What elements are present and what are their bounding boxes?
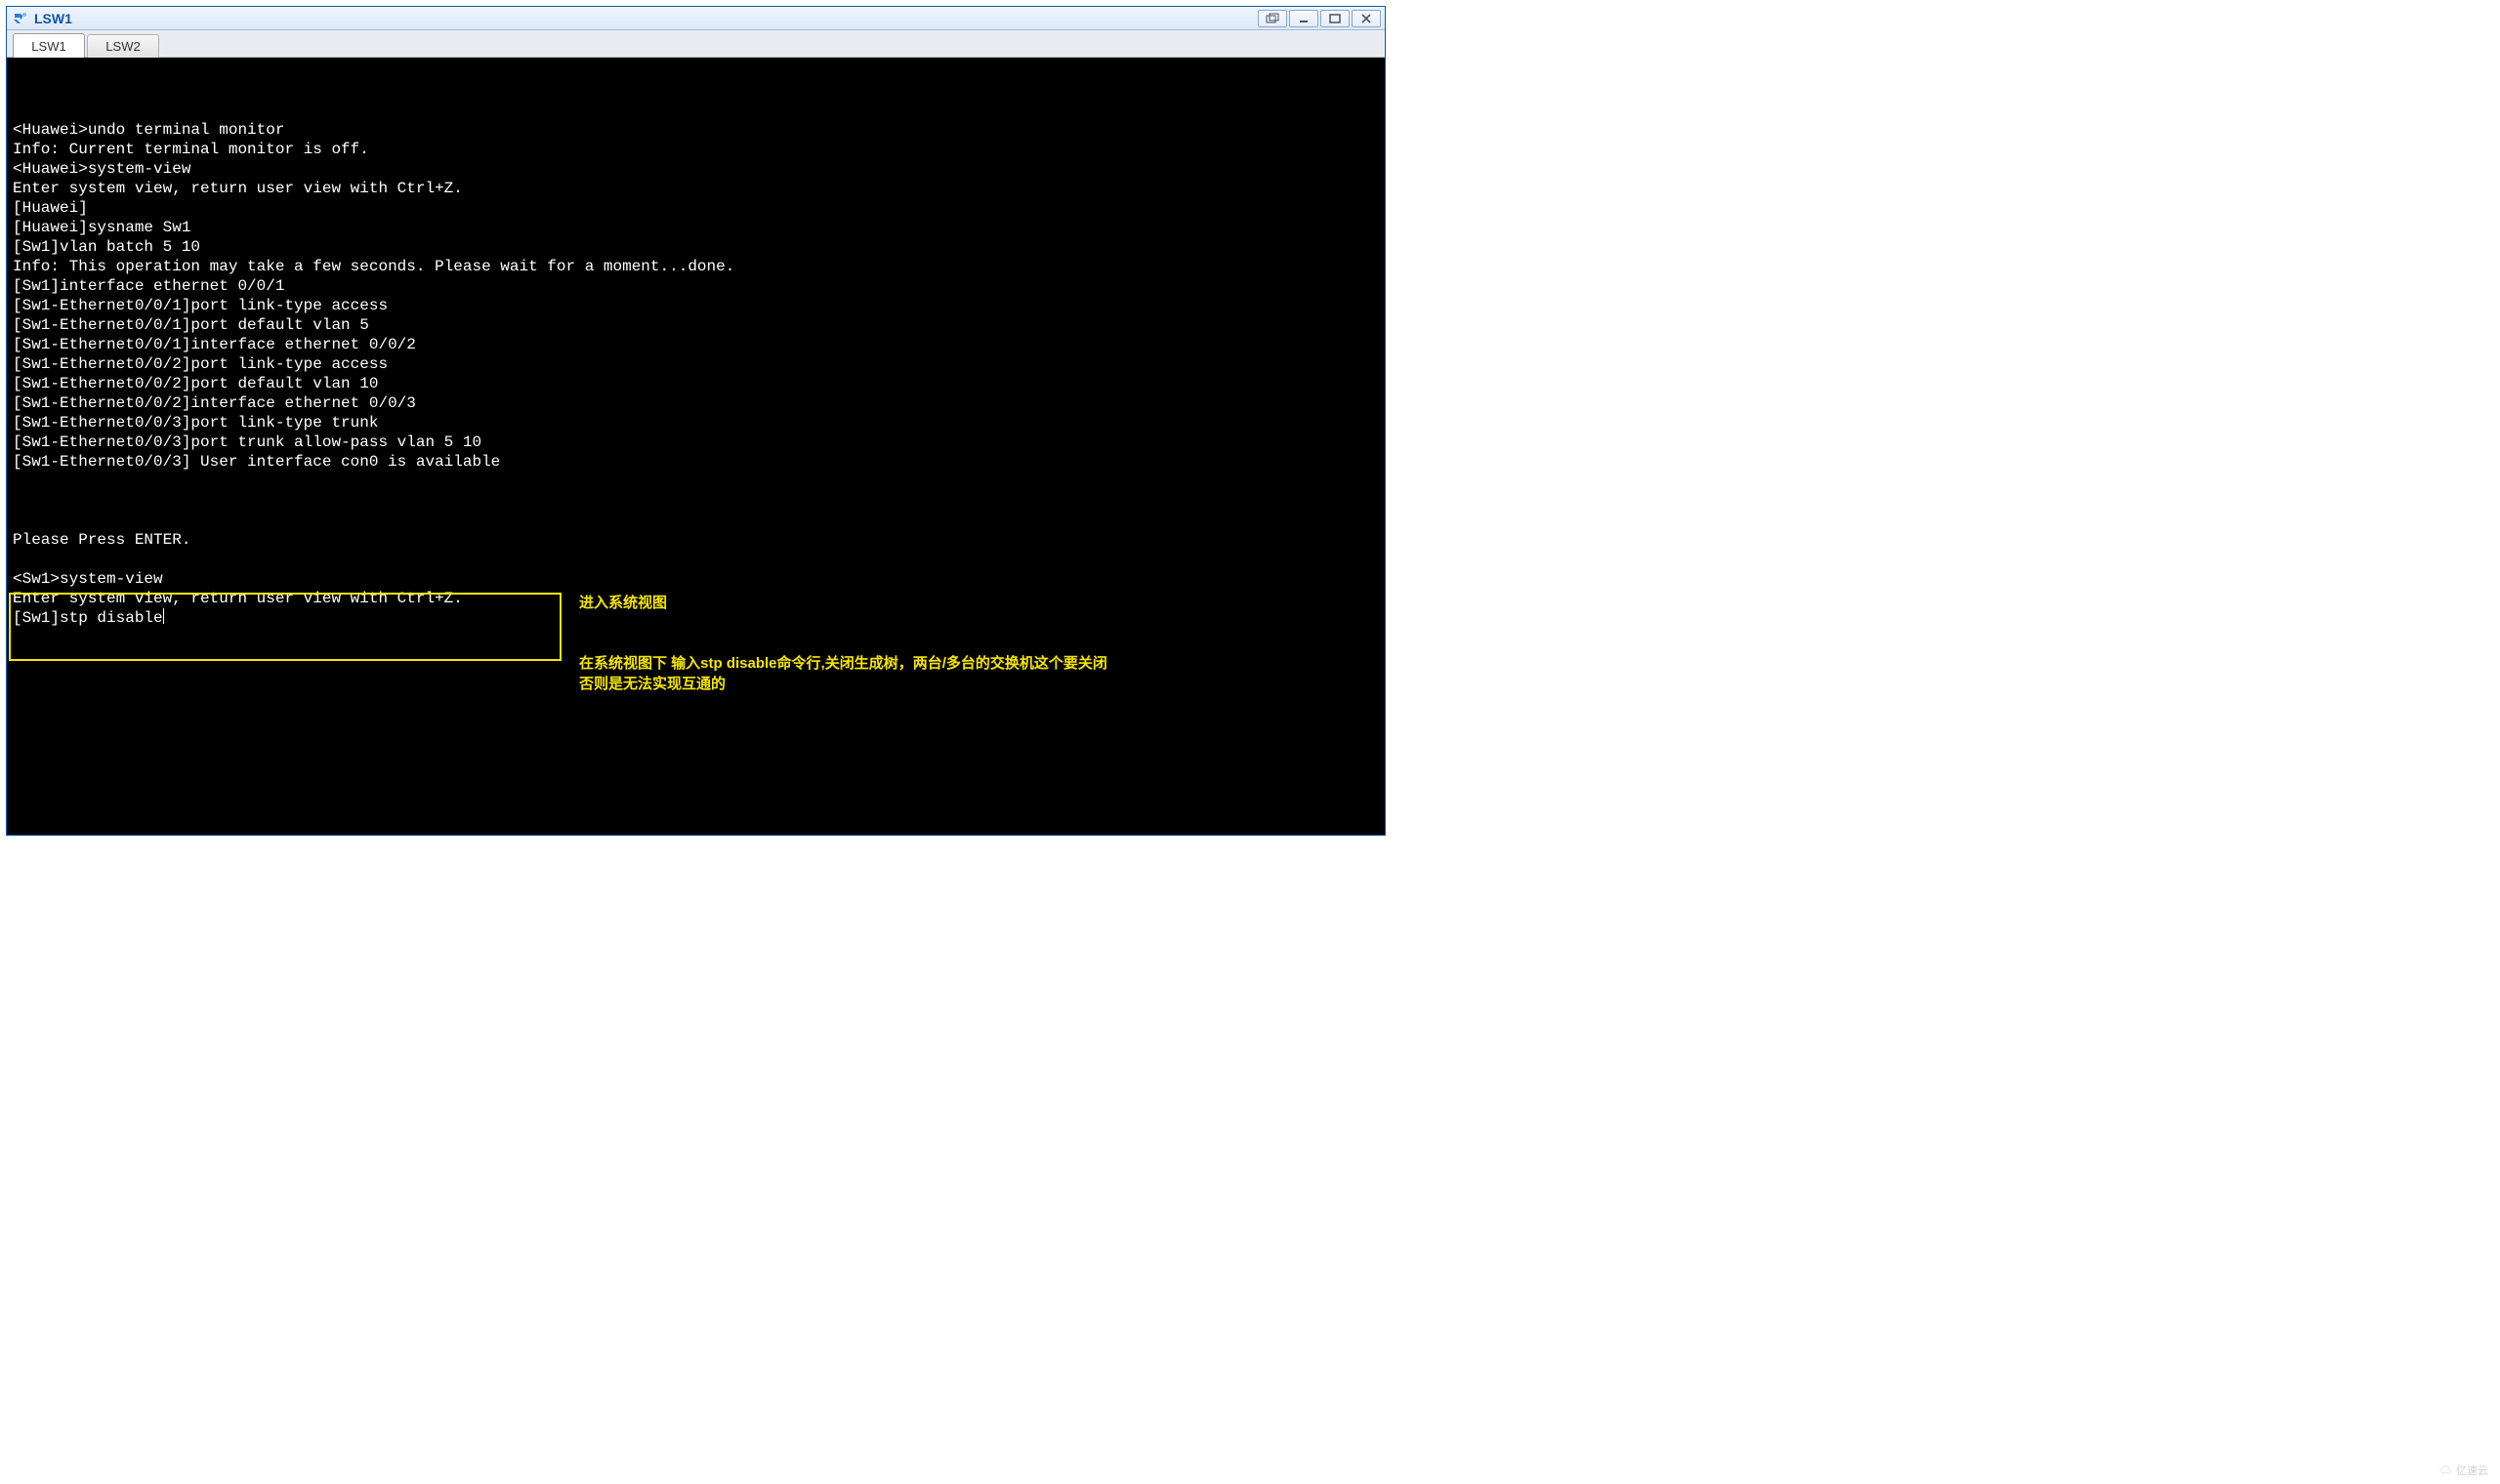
terminal-line: [Sw1-Ethernet0/0/2]port default vlan 10 (13, 374, 1379, 393)
window-title: LSW1 (34, 11, 72, 26)
terminal-line: Enter system view, return user view with… (13, 179, 1379, 198)
terminal-line: <Huawei>undo terminal monitor (13, 120, 1379, 140)
terminal-line (13, 491, 1379, 511)
terminal-line: [Sw1-Ethernet0/0/2]interface ethernet 0/… (13, 393, 1379, 413)
terminal-line: Please Press ENTER. (13, 530, 1379, 550)
annotation-stp-disable-note: 在系统视图下 输入stp disable命令行,关闭生成树，两台/多台的交换机这… (579, 653, 1107, 694)
terminal-line: [Sw1-Ethernet0/0/3] User interface con0 … (13, 452, 1379, 472)
terminal-line: <Sw1>system-view (13, 569, 1379, 589)
terminal-line: [Sw1]vlan batch 5 10 (13, 237, 1379, 257)
tab-label: LSW1 (31, 39, 65, 54)
terminal-line (13, 550, 1379, 569)
terminal-line: [Sw1]interface ethernet 0/0/1 (13, 276, 1379, 296)
terminal-line: <Huawei>system-view (13, 159, 1379, 179)
minimize-button[interactable] (1289, 10, 1318, 27)
terminal-output[interactable]: <Huawei>undo terminal monitorInfo: Curre… (7, 58, 1385, 835)
window-controls (1258, 10, 1381, 27)
terminal-line: [Sw1-Ethernet0/0/3]port link-type trunk (13, 413, 1379, 433)
tab-label: LSW2 (105, 39, 140, 54)
terminal-line: [Sw1]stp disable (13, 608, 1379, 628)
terminal-line (13, 511, 1379, 530)
app-icon (13, 11, 28, 26)
terminal-line: Info: This operation may take a few seco… (13, 257, 1379, 276)
terminal-line: [Sw1-Ethernet0/0/3]port trunk allow-pass… (13, 433, 1379, 452)
terminal-line: Enter system view, return user view with… (13, 589, 1379, 608)
title-bar[interactable]: LSW1 (7, 7, 1385, 30)
cloud-icon (2438, 1463, 2452, 1477)
tab-lsw1[interactable]: LSW1 (13, 33, 85, 58)
terminal-line: Info: Current terminal monitor is off. (13, 140, 1379, 159)
watermark: 亿速云 (2438, 1463, 2488, 1478)
detach-button[interactable] (1258, 10, 1287, 27)
terminal-line: [Sw1-Ethernet0/0/1]interface ethernet 0/… (13, 335, 1379, 354)
tab-strip: LSW1 LSW2 (7, 30, 1385, 58)
terminal-line: [Sw1-Ethernet0/0/1]port default vlan 5 (13, 315, 1379, 335)
terminal-line: [Huawei] (13, 198, 1379, 218)
text-cursor (163, 608, 164, 624)
maximize-button[interactable] (1320, 10, 1350, 27)
terminal-line: [Sw1-Ethernet0/0/2]port link-type access (13, 354, 1379, 374)
watermark-text: 亿速云 (2456, 1463, 2488, 1478)
terminal-line: [Huawei]sysname Sw1 (13, 218, 1379, 237)
terminal-line: [Sw1-Ethernet0/0/1]port link-type access (13, 296, 1379, 315)
close-button[interactable] (1352, 10, 1381, 27)
terminal-line (13, 472, 1379, 491)
tab-lsw2[interactable]: LSW2 (87, 34, 159, 58)
app-window: LSW1 LSW1 LSW2 (6, 6, 1386, 836)
annotation-enter-system-view: 进入系统视图 (579, 595, 667, 613)
